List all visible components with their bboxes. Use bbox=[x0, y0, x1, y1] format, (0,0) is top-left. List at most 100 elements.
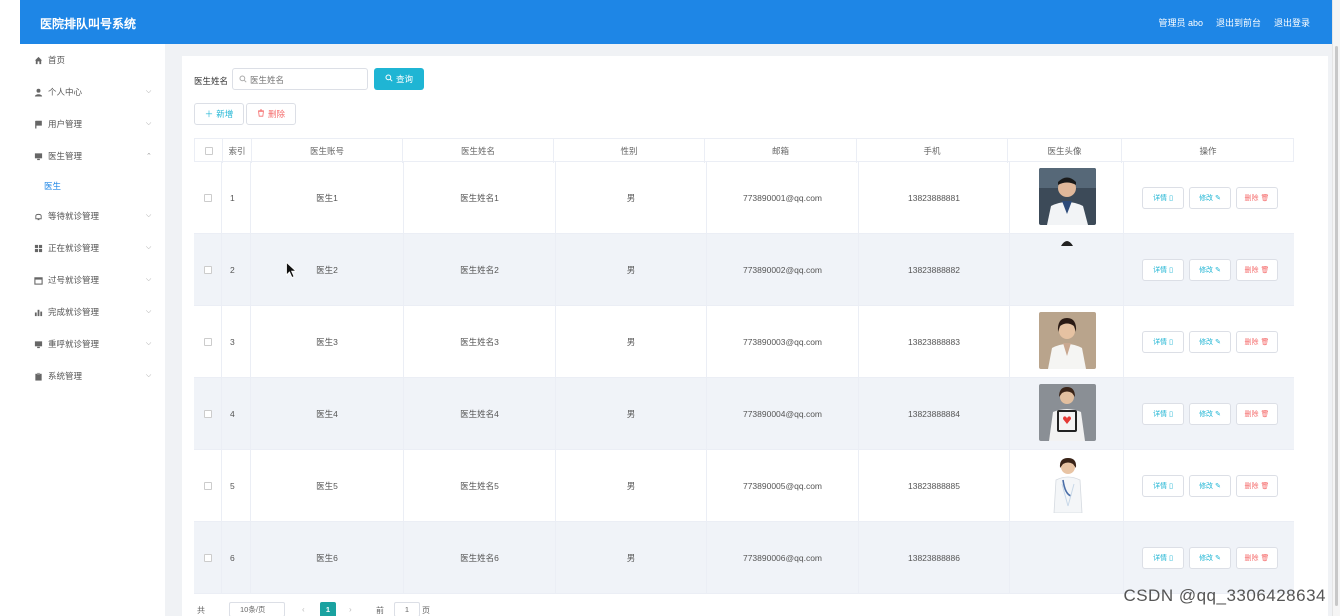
delete-button[interactable]: 删除 🗑 bbox=[1236, 331, 1278, 353]
app-title: 医院排队叫号系统 bbox=[40, 17, 137, 31]
cell-account: 医生4 bbox=[251, 378, 404, 450]
sidebar-item-label: 系统管理 bbox=[48, 371, 83, 381]
edit-button[interactable]: 修改 ✎ bbox=[1189, 475, 1231, 497]
detail-button[interactable]: 详情 ▯ bbox=[1142, 331, 1184, 353]
cell-email: 773890002@qq.com bbox=[707, 234, 859, 306]
edit-button[interactable]: 修改 ✎ bbox=[1189, 187, 1231, 209]
cell-name: 医生姓名5 bbox=[404, 450, 556, 522]
edit-label: 修改 bbox=[1199, 339, 1214, 346]
table-row: 4 医生4 医生姓名4 男 773890004@qq.com 138238888… bbox=[194, 378, 1294, 450]
plus-icon: ＋ bbox=[204, 109, 214, 119]
page-size-select[interactable]: 10条/页 bbox=[229, 602, 285, 616]
delete-button[interactable]: 删除 🗑 bbox=[1236, 403, 1278, 425]
column-header-index: 索引 bbox=[223, 139, 252, 163]
detail-button[interactable]: 详情 ▯ bbox=[1142, 475, 1184, 497]
table-row: 3 医生3 医生姓名3 男 773890003@qq.com 138238888… bbox=[194, 306, 1294, 378]
cell-avatar bbox=[1010, 522, 1124, 594]
trash-icon: 🗑 bbox=[1260, 483, 1270, 490]
query-button[interactable]: 查询 bbox=[374, 68, 424, 90]
row-checkbox[interactable] bbox=[204, 482, 212, 490]
delete-label: 删除 bbox=[1244, 339, 1259, 346]
to-front-link[interactable]: 退出到前台 bbox=[1216, 16, 1261, 29]
add-button[interactable]: ＋ 新增 bbox=[194, 103, 244, 125]
edit-label: 修改 bbox=[1199, 195, 1214, 202]
chevron-up-icon: ⌃ bbox=[146, 153, 152, 160]
sidebar-item-personal-center[interactable]: 个人中心 ⌵ bbox=[20, 82, 165, 102]
row-select-cell bbox=[194, 378, 222, 450]
row-select-cell bbox=[194, 450, 222, 522]
sidebar-item-doctor-management[interactable]: 医生管理 ⌃ bbox=[20, 146, 165, 166]
cell-account: 医生6 bbox=[251, 522, 404, 594]
sidebar-item-label: 用户管理 bbox=[48, 119, 83, 129]
row-checkbox[interactable] bbox=[204, 194, 212, 202]
chevron-down-icon: ⌵ bbox=[146, 372, 152, 379]
search-icon bbox=[239, 75, 247, 85]
header-links: 管理员 abo 退出到前台 退出登录 bbox=[1158, 16, 1310, 29]
sidebar-item-user-management[interactable]: 用户管理 ⌵ bbox=[20, 114, 165, 134]
flag-icon bbox=[34, 120, 43, 129]
detail-button[interactable]: 详情 ▯ bbox=[1142, 403, 1184, 425]
document-icon: ▯ bbox=[1169, 339, 1173, 346]
sidebar-item-missed-management[interactable]: 过号就诊管理 ⌵ bbox=[20, 270, 165, 290]
calendar-icon bbox=[34, 276, 43, 285]
page-scrollbar[interactable] bbox=[1332, 0, 1340, 616]
document-icon: ▯ bbox=[1169, 267, 1173, 274]
cell-gender: 男 bbox=[556, 450, 707, 522]
prev-page-icon[interactable]: ‹ bbox=[302, 605, 305, 614]
search-input-wrapper[interactable] bbox=[232, 68, 368, 90]
sidebar-item-home[interactable]: 首页 bbox=[20, 50, 165, 70]
edit-button[interactable]: 修改 ✎ bbox=[1189, 331, 1231, 353]
document-icon: ▯ bbox=[1169, 555, 1173, 562]
cell-index: 4 bbox=[222, 378, 251, 450]
row-checkbox[interactable] bbox=[204, 554, 212, 562]
row-checkbox[interactable] bbox=[204, 338, 212, 346]
row-checkbox[interactable] bbox=[204, 410, 212, 418]
watermark: CSDN @qq_3306428634 bbox=[1123, 586, 1326, 605]
sidebar-item-system-management[interactable]: 系统管理 ⌵ bbox=[20, 366, 165, 386]
cell-name: 医生姓名6 bbox=[404, 522, 556, 594]
delete-button[interactable]: 删除 🗑 bbox=[1236, 547, 1278, 569]
bell-icon bbox=[34, 212, 43, 221]
sidebar-item-recall-management[interactable]: 重呼就诊管理 ⌵ bbox=[20, 334, 165, 354]
doctor-avatar-image bbox=[1039, 312, 1096, 369]
row-checkbox[interactable] bbox=[204, 266, 212, 274]
logout-link[interactable]: 退出登录 bbox=[1274, 16, 1310, 29]
delete-button[interactable]: 删除 🗑 bbox=[1236, 259, 1278, 281]
table-row: 6 医生6 医生姓名6 男 773890006@qq.com 138238888… bbox=[194, 522, 1294, 594]
cell-email: 773890004@qq.com bbox=[707, 378, 859, 450]
trash-icon: 🗑 bbox=[1260, 411, 1270, 418]
sidebar-subitem-doctor[interactable]: 医生 bbox=[20, 176, 165, 196]
next-page-icon[interactable]: › bbox=[349, 605, 352, 614]
column-header-gender: 性别 bbox=[554, 139, 705, 163]
detail-button[interactable]: 详情 ▯ bbox=[1142, 547, 1184, 569]
edit-button[interactable]: 修改 ✎ bbox=[1189, 547, 1231, 569]
search-input[interactable] bbox=[250, 73, 360, 86]
detail-label: 详情 bbox=[1153, 411, 1168, 418]
document-icon: ▯ bbox=[1169, 483, 1173, 490]
edit-label: 修改 bbox=[1199, 411, 1214, 418]
delete-button[interactable]: 删除 🗑 bbox=[1236, 187, 1278, 209]
main-content: 医生姓名 查询 ＋ 新增 删除 bbox=[182, 56, 1328, 616]
cell-name: 医生姓名2 bbox=[404, 234, 556, 306]
edit-button[interactable]: 修改 ✎ bbox=[1189, 403, 1231, 425]
table-header: 索引 医生账号 医生姓名 性别 邮箱 手机 医生头像 操作 bbox=[194, 138, 1294, 163]
detail-label: 详情 bbox=[1153, 483, 1168, 490]
trash-icon: 🗑 bbox=[1260, 339, 1270, 346]
cell-index: 6 bbox=[222, 522, 251, 594]
sidebar-item-label: 过号就诊管理 bbox=[48, 275, 100, 285]
select-all-checkbox[interactable] bbox=[205, 147, 213, 155]
detail-button[interactable]: 详情 ▯ bbox=[1142, 259, 1184, 281]
sidebar-item-waiting-management[interactable]: 等待就诊管理 ⌵ bbox=[20, 206, 165, 226]
goto-page-input[interactable]: 1 bbox=[394, 602, 420, 616]
page-number-active[interactable]: 1 bbox=[320, 602, 336, 616]
sidebar-item-in-progress-management[interactable]: 正在就诊管理 ⌵ bbox=[20, 238, 165, 258]
sidebar-item-label: 完成就诊管理 bbox=[48, 307, 100, 317]
monitor-icon bbox=[34, 340, 43, 349]
batch-delete-button[interactable]: 删除 bbox=[246, 103, 296, 125]
detail-label: 详情 bbox=[1153, 339, 1168, 346]
sidebar-item-completed-management[interactable]: 完成就诊管理 ⌵ bbox=[20, 302, 165, 322]
detail-button[interactable]: 详情 ▯ bbox=[1142, 187, 1184, 209]
delete-button[interactable]: 删除 🗑 bbox=[1236, 475, 1278, 497]
edit-button[interactable]: 修改 ✎ bbox=[1189, 259, 1231, 281]
table-row: 2 医生2 医生姓名2 男 773890002@qq.com 138238888… bbox=[194, 234, 1294, 306]
